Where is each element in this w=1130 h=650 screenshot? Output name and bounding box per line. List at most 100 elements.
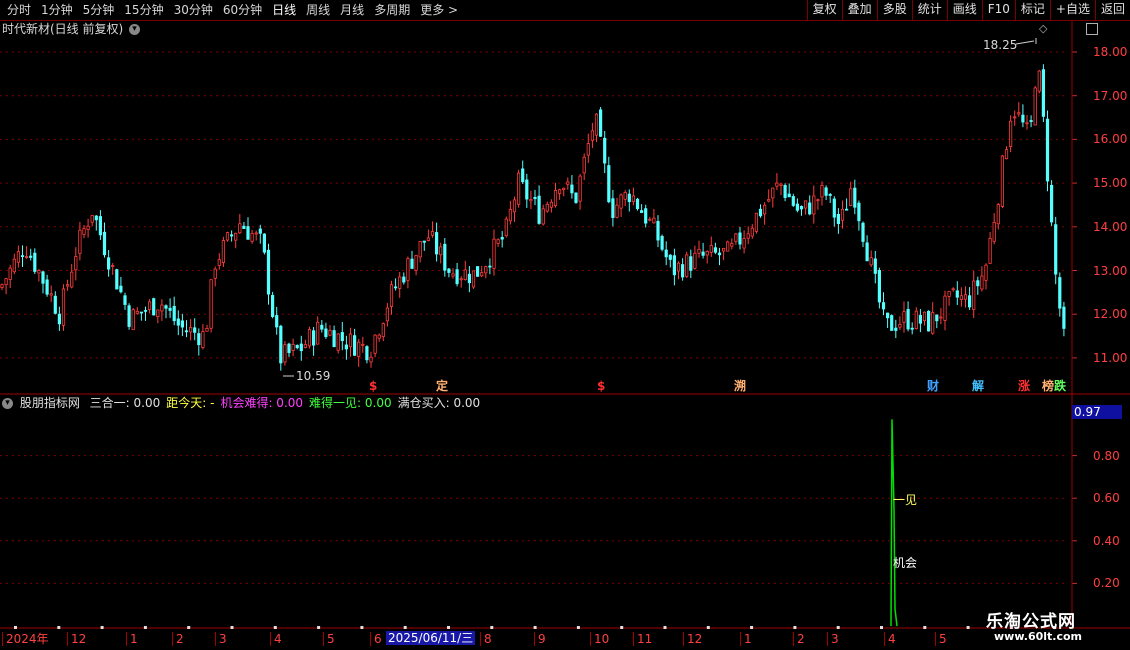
candle-body — [1041, 69, 1045, 117]
price-tick-label: 16.00 — [1093, 132, 1128, 147]
time-axis-label: 3 — [215, 632, 227, 646]
annotation-yijian: 一见 — [893, 493, 918, 507]
main-chart-title[interactable]: 时代新材(日线 前复权) ▾ — [2, 22, 141, 36]
candle-body — [570, 184, 574, 194]
price-tick-label: 17.00 — [1093, 88, 1128, 103]
indicator-field: 距今天: - — [166, 396, 215, 410]
candle-body — [369, 356, 373, 363]
candle-body — [172, 305, 176, 322]
candle-body — [717, 252, 722, 256]
candle-body — [918, 315, 923, 324]
candle-body — [726, 241, 730, 252]
candle-body — [963, 294, 968, 300]
candle-body — [201, 331, 205, 349]
candle-body — [533, 196, 537, 200]
candle-body — [471, 270, 476, 288]
candle-body — [615, 204, 619, 218]
candle-body — [332, 330, 336, 348]
time-axis-dot — [533, 626, 537, 629]
indicator-name[interactable]: 股朋指标网 — [20, 396, 80, 410]
candle-body — [398, 276, 402, 289]
candle-body — [1054, 224, 1058, 275]
candle-body — [578, 175, 582, 202]
candle-body — [722, 247, 726, 252]
settings-icon[interactable] — [1086, 23, 1098, 38]
time-axis-label: 2 — [793, 632, 805, 646]
candle-body — [0, 284, 4, 288]
candle-body — [242, 225, 246, 229]
candle-body — [521, 168, 525, 183]
candle-body — [922, 311, 927, 321]
event-marker: 解 — [972, 379, 985, 393]
candle-body — [734, 233, 738, 242]
candle-body — [754, 212, 759, 232]
candle-body — [439, 246, 443, 256]
time-axis-dot — [447, 626, 450, 629]
candle-body — [119, 285, 123, 293]
candle-body — [61, 288, 66, 326]
candle-body — [66, 284, 70, 287]
candle-body — [590, 130, 595, 141]
indicator-field: 三合一: 0.00 — [89, 396, 161, 410]
kline-chart[interactable] — [0, 0, 1130, 650]
candle-body — [611, 198, 615, 218]
time-axis-dot — [14, 626, 17, 629]
candle-body — [123, 295, 127, 305]
candle-body — [972, 280, 976, 311]
candle-body — [988, 238, 992, 264]
candle-body — [742, 238, 746, 249]
candle-body — [115, 269, 119, 290]
candle-body — [894, 327, 898, 331]
candle-body — [250, 233, 254, 242]
candle-body — [1062, 306, 1066, 329]
candle-body — [861, 222, 865, 242]
candle-body — [799, 206, 804, 210]
time-axis-dot — [706, 626, 710, 629]
time-axis-dot — [57, 626, 61, 629]
candle-body — [775, 182, 779, 187]
candle-body — [422, 240, 426, 243]
indicator-tick-label: 0.80 — [1093, 448, 1120, 463]
time-axis-dot — [490, 626, 494, 629]
candle-body — [205, 327, 209, 332]
candle-body — [947, 290, 951, 297]
candle-body — [906, 309, 910, 330]
candle-body — [508, 209, 513, 222]
candle-body — [336, 333, 340, 351]
candle-body — [959, 295, 964, 300]
candle-body — [910, 327, 914, 330]
candle-body — [779, 183, 783, 186]
candle-body — [164, 305, 168, 309]
candle-body — [656, 221, 660, 241]
candle-body — [664, 249, 668, 258]
diamond-icon[interactable]: ◇ — [1039, 22, 1047, 36]
price-tick-label: 13.00 — [1093, 263, 1128, 278]
candle-body — [594, 113, 599, 136]
chevron-down-icon[interactable]: ▾ — [2, 398, 13, 409]
candle-body — [828, 194, 832, 196]
candle-body — [160, 304, 164, 312]
candle-body — [324, 328, 328, 337]
candle-body — [484, 266, 488, 274]
candle-body — [492, 238, 496, 269]
candle-body — [410, 258, 414, 269]
candle-body — [131, 309, 135, 331]
candle-body — [750, 227, 754, 237]
chevron-down-icon[interactable]: ▾ — [129, 24, 141, 35]
candle-body — [791, 196, 795, 206]
candle-body — [459, 278, 463, 281]
time-axis-dot — [923, 626, 927, 629]
candle-body — [262, 233, 267, 253]
candle-body — [213, 268, 217, 279]
candle-body — [430, 231, 435, 236]
candle-body — [652, 217, 656, 224]
time-axis-label: 2024年 — [2, 632, 49, 646]
time-axis-label: 8 — [480, 632, 492, 646]
site-watermark: 乐淘公式网 www.60lt.com — [986, 606, 1114, 646]
annotation-jihui: 机会 — [893, 556, 918, 570]
indicator-field: 难得一见: 0.00 — [309, 396, 392, 410]
candle-body — [147, 301, 152, 310]
candle-body — [541, 208, 545, 225]
candle-body — [672, 255, 677, 276]
candle-body — [648, 218, 652, 221]
